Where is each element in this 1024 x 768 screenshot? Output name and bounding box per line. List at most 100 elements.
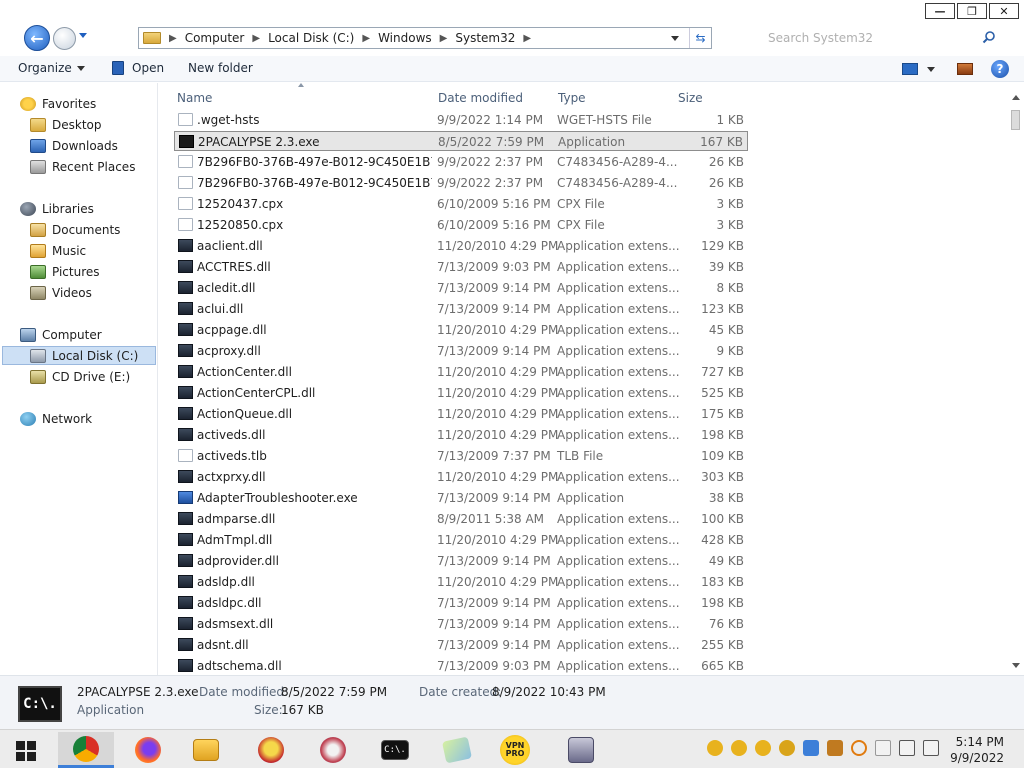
sidebar-item-documents[interactable]: Documents [30,220,120,239]
file-row[interactable]: acledit.dll 7/13/2009 9:14 PM Application … [174,278,748,298]
chevron-right-icon[interactable]: ▶ [169,33,177,44]
sidebar-item-libraries[interactable]: Libraries [20,199,94,218]
search-box[interactable] [760,27,1002,49]
recent-pages-dropdown[interactable] [79,33,87,38]
sidebar-item-network[interactable]: Network [20,409,92,428]
file-row[interactable]: acppage.dll 11/20/2010 4:29 PM Application… [174,320,748,340]
file-row[interactable]: adprovider.dll 7/13/2009 9:14 PM Applicati… [174,551,748,571]
sidebar-item-favorites[interactable]: Favorites [20,94,96,113]
tray-smiley-icon[interactable] [731,740,747,756]
sidebar-item-pictures[interactable]: Pictures [30,262,100,281]
sidebar-item-downloads[interactable]: Downloads [30,136,118,155]
volume-icon[interactable] [923,740,939,756]
windows-start-icon[interactable] [16,741,36,761]
file-row[interactable]: ActionQueue.dll 11/20/2010 4:29 PM Applica… [174,404,748,424]
file-size: 665 KB [701,659,744,673]
breadcrumb-system32[interactable]: System32 [455,31,515,45]
minimize-button[interactable]: — [925,3,955,19]
sidebar-item-music[interactable]: Music [30,241,86,260]
taskbar-pikachu-app[interactable] [243,732,299,768]
sidebar-item-recent-places[interactable]: Recent Places [30,157,135,176]
action-center-flag-icon[interactable] [875,740,891,756]
file-row[interactable]: ActionCenterCPL.dll 11/20/2010 4:29 PM App… [174,383,748,403]
taskbar-vpn-pro[interactable]: VPN PRO [487,732,543,768]
breadcrumb-local-disk[interactable]: Local Disk (C:) [268,31,354,45]
tray-smiley-icon[interactable] [755,740,771,756]
tray-smiley-icon[interactable] [779,740,795,756]
search-input[interactable] [768,31,978,45]
file-row[interactable]: ActionCenter.dll 11/20/2010 4:29 PM Applic… [174,362,748,382]
file-row[interactable]: acproxy.dll 7/13/2009 9:14 PM Application … [174,341,748,361]
address-bar[interactable]: ▶ Computer ▶ Local Disk (C:) ▶ Windows ▶… [138,27,712,49]
address-history-dropdown[interactable] [671,36,679,41]
chevron-right-icon[interactable]: ▶ [362,33,370,44]
scrollbar-thumb[interactable] [1011,110,1020,130]
back-button[interactable]: ← [24,25,50,51]
network-tray-icon[interactable] [899,740,915,756]
file-row[interactable]: adsldp.dll 11/20/2010 4:29 PM Application … [174,572,748,592]
scroll-down-icon[interactable] [1012,663,1020,668]
file-row[interactable]: 12520850.cpx 6/10/2009 5:16 PM CPX File 3 K… [174,215,748,235]
chevron-right-icon[interactable]: ▶ [440,33,448,44]
file-row[interactable]: aaclient.dll 11/20/2010 4:29 PM Applicatio… [174,236,748,256]
taskbar-toolbox[interactable] [553,732,609,768]
sidebar-item-videos[interactable]: Videos [30,283,92,302]
scroll-up-icon[interactable] [1012,95,1020,100]
open-button[interactable]: Open [112,61,164,75]
file-row[interactable]: ACCTRES.dll 7/13/2009 9:03 PM Application … [174,257,748,277]
tray-app-icon[interactable] [827,740,843,756]
close-button[interactable]: ✕ [989,3,1019,19]
file-row[interactable]: adsldpc.dll 7/13/2009 9:14 PM Application … [174,593,748,613]
file-row[interactable]: 12520437.cpx 6/10/2009 5:16 PM CPX File 3 K… [174,194,748,214]
sidebar-item-local-disk[interactable]: Local Disk (C:) [2,346,156,365]
column-header-name[interactable]: Name [177,91,212,105]
tray-update-icon[interactable] [803,740,819,756]
file-row[interactable]: AdmTmpl.dll 11/20/2010 4:29 PM Application… [174,530,748,550]
sidebar-item-cd-drive[interactable]: CD Drive (E:) [30,367,130,386]
chevron-right-icon[interactable]: ▶ [252,33,260,44]
help-icon[interactable]: ? [991,60,1009,78]
view-options-dropdown[interactable] [927,67,935,72]
file-row[interactable]: 2PACALYPSE 2.3.exe 8/5/2022 7:59 PM Applic… [174,131,748,151]
pictures-icon [30,264,46,279]
file-row[interactable]: 7B296FB0-376B-497e-B012-9C450E1B732... 9/… [174,152,748,172]
file-row[interactable]: adtschema.dll 7/13/2009 9:03 PM Applicatio… [174,656,748,675]
search-icon[interactable] [982,30,996,44]
maximize-button[interactable]: ❐ [957,3,987,19]
vertical-scrollbar[interactable] [1008,83,1024,675]
taskbar-chrome[interactable] [58,732,114,768]
column-header-size[interactable]: Size [678,91,703,105]
forward-button[interactable] [53,27,76,50]
file-row[interactable]: activeds.dll 11/20/2010 4:29 PM Applicatio… [174,425,748,445]
file-row[interactable]: activeds.tlb 7/13/2009 7:37 PM TLB File 109… [174,446,748,466]
file-row[interactable]: AdapterTroubleshooter.exe 7/13/2009 9:14 … [174,488,748,508]
tray-smiley-icon[interactable] [707,740,723,756]
new-folder-button[interactable]: New folder [188,61,253,75]
refresh-icon[interactable]: ⇆ [689,28,711,48]
tray-search-icon[interactable] [851,740,867,756]
column-header-type[interactable]: Type [558,91,586,105]
column-header-date[interactable]: Date modified [438,91,523,105]
chevron-right-icon[interactable]: ▶ [523,33,531,44]
file-row[interactable]: adsnt.dll 7/13/2009 9:14 PM Application ex… [174,635,748,655]
system-clock[interactable]: 5:14 PM 9/9/2022 [944,734,1004,766]
breadcrumb-computer[interactable]: Computer [185,31,245,45]
sidebar-item-desktop[interactable]: Desktop [30,115,102,134]
file-row[interactable]: admparse.dll 8/9/2011 5:38 AM Application … [174,509,748,529]
file-row[interactable]: .wget-hsts 9/9/2022 1:14 PM WGET-HSTS File… [174,110,748,130]
change-view-icon[interactable] [902,63,918,75]
file-row[interactable]: aclui.dll 7/13/2009 9:14 PM Application ex… [174,299,748,319]
taskbar-notes[interactable] [429,732,485,768]
preview-pane-icon[interactable] [957,63,973,75]
file-row[interactable]: actxprxy.dll 11/20/2010 4:29 PM Applicatio… [174,467,748,487]
breadcrumb-windows[interactable]: Windows [378,31,432,45]
taskbar-cmd[interactable]: C:\. [367,732,423,768]
taskbar-shield-app[interactable] [305,732,361,768]
file-row[interactable]: adsmsext.dll 7/13/2009 9:14 PM Application… [174,614,748,634]
organize-button[interactable]: Organize [18,61,85,75]
taskbar-firefox[interactable] [120,732,176,768]
file-row[interactable]: 7B296FB0-376B-497e-B012-9C450E1B732... 9/… [174,173,748,193]
taskbar-file-explorer[interactable] [178,732,234,768]
sidebar-item-label: Favorites [42,96,97,111]
sidebar-item-computer[interactable]: Computer [20,325,102,344]
